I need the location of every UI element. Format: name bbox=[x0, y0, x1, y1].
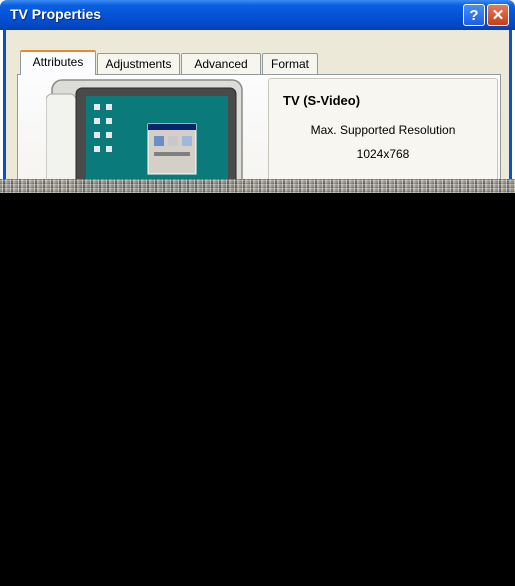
blacked-out-region bbox=[0, 193, 515, 586]
help-icon: ? bbox=[469, 7, 479, 24]
tv-illustration bbox=[46, 79, 243, 190]
tab-attributes[interactable]: Attributes bbox=[20, 50, 96, 75]
resolution-label: Max. Supported Resolution bbox=[310, 123, 456, 137]
device-info-box: TV (S-Video) Max. Supported Resolution 1… bbox=[268, 78, 498, 188]
device-name: TV (S-Video) bbox=[283, 93, 361, 108]
image-corruption-band bbox=[0, 179, 515, 193]
help-button[interactable]: ? bbox=[463, 4, 485, 26]
close-button[interactable]: ✕ bbox=[487, 4, 509, 26]
tab-label: Adjustments bbox=[105, 57, 172, 71]
tv-properties-window: TV Properties ? ✕ Attributes Adjustments… bbox=[0, 0, 515, 586]
tab-label: Advanced bbox=[194, 57, 248, 71]
tab-label: Attributes bbox=[32, 55, 84, 69]
window-title: TV Properties bbox=[10, 6, 102, 22]
tab-label: Format bbox=[270, 57, 309, 71]
close-icon: ✕ bbox=[491, 7, 505, 24]
tab-format[interactable]: Format bbox=[262, 53, 318, 74]
title-bar[interactable]: TV Properties ? ✕ bbox=[0, 0, 515, 30]
resolution-value: 1024x768 bbox=[356, 147, 410, 161]
